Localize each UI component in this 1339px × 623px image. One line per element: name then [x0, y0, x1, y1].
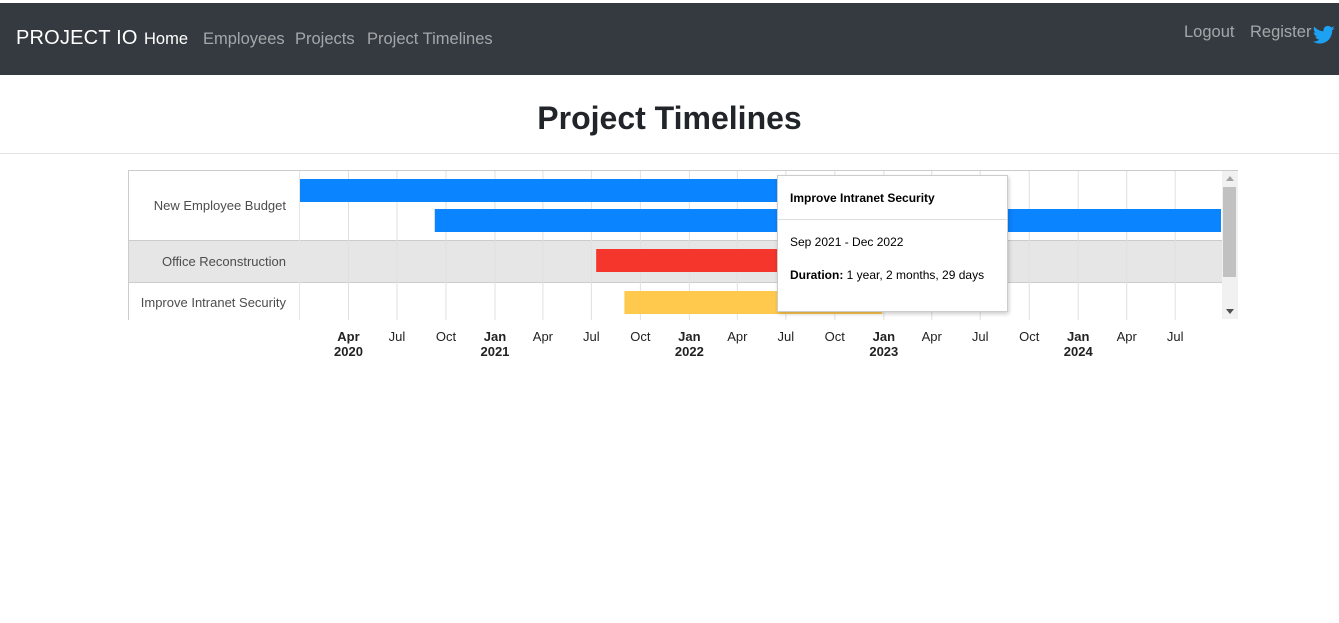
axis-tick-month: Apr [532, 329, 554, 344]
tooltip-duration-label: Duration: [790, 268, 844, 282]
nav-link-projects[interactable]: Projects [295, 30, 355, 49]
axis-tick-month: Oct [824, 329, 845, 344]
navbar: PROJECT IO Home Employees Projects Proje… [0, 3, 1339, 75]
axis-tick-month: Jul [971, 329, 989, 344]
axis-tick-month: Jul [1166, 329, 1184, 344]
brand-logo[interactable]: PROJECT IO [16, 27, 138, 50]
axis-tick-year: 2022 [674, 344, 704, 359]
timeline-bar [596, 249, 786, 272]
row-label-improve-intranet-security: Improve Intranet Security [140, 295, 286, 310]
axis-tick-month: Apr [1116, 329, 1137, 344]
nav-link-project-timelines[interactable]: Project Timelines [367, 30, 493, 49]
timeline-svg [128, 170, 1238, 320]
axis-tick-month: Apr [921, 329, 942, 344]
tooltip-date-range: Sep 2021 - Dec 2022 [790, 235, 904, 249]
axis-tick-month: Jan [1067, 329, 1090, 344]
scrollbar-thumb[interactable] [1223, 187, 1236, 277]
axis-tick-year: 2024 [1063, 344, 1093, 359]
nav-link-register[interactable]: Register [1250, 23, 1311, 42]
nav-link-home[interactable]: Home [144, 30, 188, 49]
tooltip-divider [778, 219, 1007, 220]
title-divider [0, 153, 1339, 154]
nav-link-employees[interactable]: Employees [203, 30, 285, 49]
axis-tick-month: Apr [337, 329, 360, 344]
chart-border-left [128, 170, 129, 320]
axis-tick-year: 2020 [334, 344, 363, 359]
nav-link-logout[interactable]: Logout [1184, 23, 1234, 42]
bar-tooltip: Improve Intranet Security Sep 2021 - Dec… [777, 175, 1008, 312]
axis-tick-month: Jan [678, 329, 701, 344]
axis-tick-month: Jul [388, 329, 406, 344]
axis-tick-year: 2023 [869, 344, 899, 359]
tooltip-title: Improve Intranet Security [790, 191, 935, 205]
row-label-new-employee-budget: New Employee Budget [153, 198, 286, 213]
timeline-bar [300, 179, 786, 202]
axis-tick-year: 2021 [480, 344, 510, 359]
axis-tick-month: Oct [1019, 329, 1040, 344]
scroll-down-arrow-icon[interactable] [1226, 309, 1234, 314]
axis-tick-month: Jan [872, 329, 896, 344]
twitter-icon[interactable] [1313, 25, 1335, 45]
timeline-chart [128, 170, 1238, 320]
chart-border-top [128, 170, 1238, 171]
axis-tick-month: Jan [483, 329, 507, 344]
axis-tick-month: Oct [435, 329, 457, 344]
page-title: Project Timelines [537, 100, 802, 136]
axis-tick-month: Jul [583, 329, 600, 344]
row-label-office-reconstruction: Office Reconstruction [161, 254, 286, 269]
tooltip-duration: Duration: 1 year, 2 months, 29 days [790, 266, 990, 285]
scroll-up-arrow-icon[interactable] [1226, 176, 1234, 181]
axis-tick-month: Oct [630, 329, 651, 344]
axis-tick-month: Jul [777, 329, 795, 344]
tooltip-duration-value: 1 year, 2 months, 29 days [846, 268, 985, 282]
axis-tick-month: Apr [727, 329, 748, 344]
